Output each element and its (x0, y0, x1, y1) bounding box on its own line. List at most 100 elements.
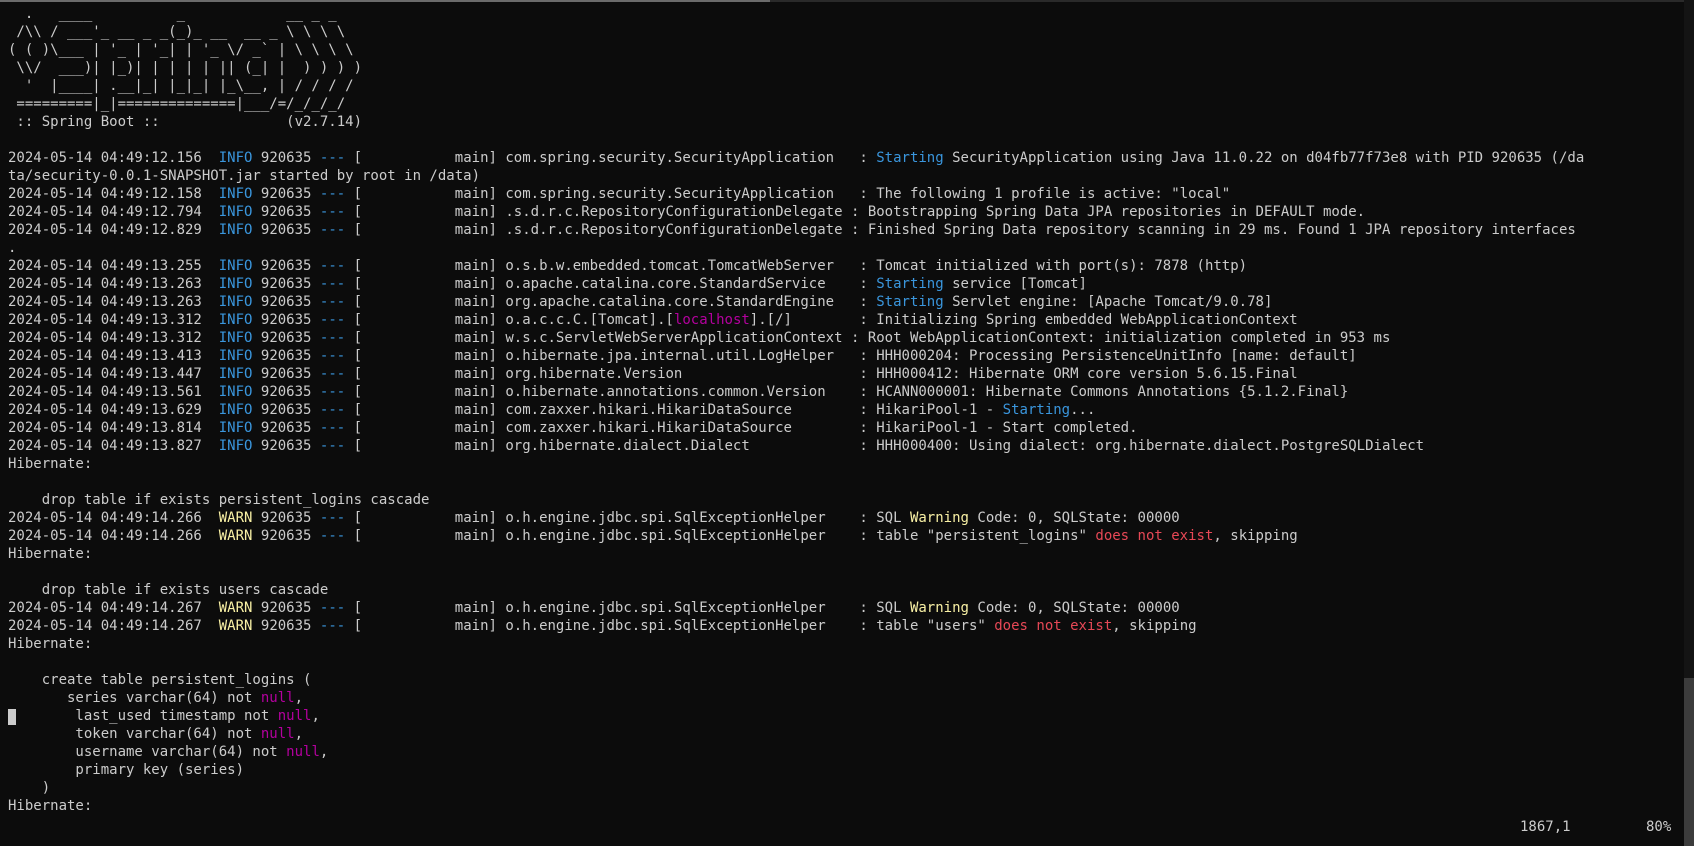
sql-text: , (294, 726, 304, 742)
log-separator: --- (311, 222, 354, 238)
log-message-highlight: Warning (909, 600, 969, 616)
active-tab-indicator (0, 0, 770, 2)
log-logger: o.h.engine.jdbc.spi.SqlExceptionHelper (505, 600, 851, 616)
log-level: INFO (218, 312, 253, 328)
log-message: Finished Spring Data repository scanning… (867, 222, 1576, 238)
log-logger: com.spring.security.SecurityApplication (505, 186, 851, 202)
log-level: WARN (218, 600, 253, 616)
log-message: table "persistent_logins" (876, 528, 1096, 544)
log-line: ) (8, 780, 51, 796)
log-message: HikariPool-1 - Start completed. (876, 420, 1138, 436)
log-message: HCANN000001: Hibernate Commons Annotatio… (876, 384, 1349, 400)
log-message-highlight: Starting (876, 276, 944, 292)
log-logger: org.hibernate.Version (505, 366, 851, 382)
log-logger: o.h.engine.jdbc.spi.SqlExceptionHelper (505, 528, 851, 544)
log-line: last_used timestamp not null, (8, 707, 319, 725)
log-thread: main (454, 420, 489, 436)
log-message-highlight: Starting (876, 150, 944, 166)
log-line: 2024-05-14 04:49:12.794 INFO 920635 --- … (8, 204, 1366, 220)
log-logger: org.hibernate.dialect.Dialect (505, 438, 851, 454)
log-logger: o.apache.catalina.core.StandardService (505, 276, 851, 292)
banner-line: . ____ _ __ _ _ (8, 6, 337, 22)
log-timestamp: 2024-05-14 04:49:12.156 (8, 150, 202, 166)
log-logger: o.hibernate.jpa.internal.util.LogHelper (505, 348, 851, 364)
log-logger: o.a.c.c.C.[Tomcat].[ (505, 312, 674, 328)
log-timestamp: 2024-05-14 04:49:13.312 (8, 330, 202, 346)
log-thread: main (454, 258, 489, 274)
log-thread: main (454, 348, 489, 364)
log-separator: --- (311, 384, 354, 400)
log-thread: main (454, 366, 489, 382)
log-thread: main (454, 186, 489, 202)
log-line: 2024-05-14 04:49:13.814 INFO 920635 --- … (8, 420, 1138, 436)
sql-text: token varchar(64) not (8, 726, 261, 742)
log-timestamp: 2024-05-14 04:49:13.561 (8, 384, 202, 400)
log-logger: com.zaxxer.hikari.HikariDataSource (505, 420, 851, 436)
log-level: INFO (218, 366, 253, 382)
log-timestamp: 2024-05-14 04:49:13.447 (8, 366, 202, 382)
log-timestamp: 2024-05-14 04:49:13.629 (8, 402, 202, 418)
log-separator: --- (311, 312, 354, 328)
log-pid: 920635 (260, 528, 312, 544)
sql-text: username varchar(64) not (8, 744, 287, 760)
log-line: drop table if exists persistent_logins c… (8, 492, 430, 508)
log-line: series varchar(64) not null, (8, 689, 303, 707)
log-timestamp: 2024-05-14 04:49:12.794 (8, 204, 202, 220)
log-pid: 920635 (260, 150, 312, 166)
log-line: 2024-05-14 04:49:13.447 INFO 920635 --- … (8, 366, 1298, 382)
log-message: Initializing Spring embedded WebApplicat… (876, 312, 1298, 328)
log-line: 2024-05-14 04:49:14.266 WARN 920635 --- … (8, 510, 1180, 526)
log-line: 2024-05-14 04:49:13.312 INFO 920635 --- … (8, 330, 1391, 346)
log-thread: main (454, 276, 489, 292)
scroll-percent: 80% (1646, 819, 1672, 835)
log-level: INFO (218, 384, 253, 400)
banner-line: ( ( )\___ | '_ | '_| | '_ \/ _` | \ \ \ … (8, 42, 354, 58)
log-line: Hibernate: (8, 546, 101, 562)
log-thread: main (454, 402, 489, 418)
log-line: 2024-05-14 04:49:14.267 WARN 920635 --- … (8, 600, 1180, 616)
log-level: INFO (218, 186, 253, 202)
log-message-highlight: Warning (909, 510, 969, 526)
terminal-window[interactable]: . ____ _ __ _ _ /\\ / ___'_ __ _ _(_)_ _… (0, 0, 1694, 846)
log-logger: .s.d.r.c.RepositoryConfigurationDelegate (505, 204, 843, 220)
log-pid: 920635 (260, 222, 312, 238)
sql-text: series varchar(64) not (8, 690, 261, 706)
scrollbar-thumb[interactable] (1684, 678, 1694, 846)
log-thread: main (454, 222, 489, 238)
log-pid: 920635 (260, 186, 312, 202)
log-line: Hibernate: (8, 636, 101, 652)
log-level: WARN (218, 528, 253, 544)
log-level: INFO (218, 348, 253, 364)
log-level: INFO (218, 204, 253, 220)
log-level: WARN (218, 510, 253, 526)
log-line: Hibernate: (8, 456, 101, 472)
log-timestamp: 2024-05-14 04:49:13.312 (8, 312, 202, 328)
log-message: ... (1070, 402, 1096, 418)
log-level: INFO (218, 258, 253, 274)
sql-keyword: null (260, 690, 295, 706)
banner-line: /\\ / ___'_ __ _ _(_)_ __ __ _ \ \ \ \ (8, 24, 346, 40)
log-pid: 920635 (260, 618, 312, 634)
log-message: Code: 0, SQLState: 00000 (968, 600, 1180, 616)
log-timestamp: 2024-05-14 04:49:13.263 (8, 294, 202, 310)
log-message: , skipping (1213, 528, 1298, 544)
log-timestamp: 2024-05-14 04:49:13.263 (8, 276, 202, 292)
log-pid: 920635 (260, 294, 312, 310)
log-logger: .s.d.r.c.RepositoryConfigurationDelegate (505, 222, 843, 238)
window-top-border (0, 0, 1694, 2)
log-message: SecurityApplication using Java 11.0.22 o… (943, 150, 1585, 166)
banner-line: ' |____| .__|_| |_|_| |_\__, | / / / / (8, 78, 354, 94)
banner-line: \\/ ___)| |_)| | | | | || (_| | ) ) ) ) (8, 60, 363, 76)
log-level: INFO (218, 438, 253, 454)
log-pid: 920635 (260, 366, 312, 382)
log-message: Bootstrapping Spring Data JPA repositori… (867, 204, 1366, 220)
log-pid: 920635 (260, 384, 312, 400)
sql-keyword: null (286, 744, 320, 760)
log-line: username varchar(64) not null, (8, 743, 328, 761)
log-message: service [Tomcat] (943, 276, 1087, 292)
log-thread: main (454, 204, 489, 220)
log-logger: o.hibernate.annotations.common.Version (505, 384, 851, 400)
log-thread: main (454, 618, 489, 634)
log-separator: --- (311, 258, 354, 274)
log-message: Code: 0, SQLState: 00000 (968, 510, 1180, 526)
